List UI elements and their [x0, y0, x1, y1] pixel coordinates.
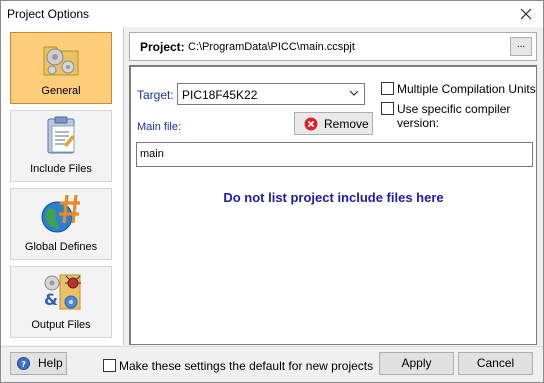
footer: ? Help Make these settings the default f…: [1, 346, 543, 382]
gears-folder-icon: [43, 46, 79, 76]
target-value: PIC18F45K22: [182, 88, 258, 102]
svg-text:&: &: [44, 290, 58, 309]
main-file-input[interactable]: main: [136, 142, 533, 167]
cancel-button[interactable]: Cancel: [458, 352, 533, 375]
sidebar-item-output-files[interactable]: & Output Files: [10, 266, 112, 338]
remove-button[interactable]: Remove: [294, 112, 373, 135]
main-file-value: main: [140, 148, 164, 160]
multiple-units-label: Multiple Compilation Units: [397, 82, 536, 96]
specific-compiler-checkbox[interactable]: [381, 102, 394, 115]
general-panel: Target: PIC18F45K22 Multiple Compilation…: [129, 65, 537, 345]
default-settings-label: Make these settings the default for new …: [119, 359, 374, 373]
title-bar: Project Options: [1, 1, 543, 27]
sidebar-item-label: General: [41, 85, 81, 97]
gears-bug-folder-icon: &: [44, 274, 81, 310]
default-settings-checkbox[interactable]: [103, 359, 116, 372]
sidebar-item-label: Global Defines: [24, 241, 98, 253]
target-label: Target:: [137, 88, 174, 102]
chevron-down-icon: [349, 90, 359, 96]
help-icon: ?: [17, 357, 30, 370]
browse-button[interactable]: ...: [510, 37, 532, 56]
project-path-bar: Project: C:\ProgramData\PICC\main.ccspjt…: [129, 32, 537, 61]
remove-icon: [304, 117, 318, 131]
window-title: Project Options: [7, 7, 90, 21]
specific-compiler-label: Use specific compiler version:: [397, 102, 511, 130]
multiple-units-checkbox[interactable]: [381, 82, 394, 95]
close-button[interactable]: [509, 1, 543, 27]
help-button[interactable]: ? Help: [10, 352, 67, 375]
help-label: Help: [38, 356, 63, 370]
clipboard-document-icon: [47, 116, 75, 154]
close-icon: [520, 8, 532, 20]
remove-label: Remove: [324, 117, 369, 131]
project-path: C:\ProgramData\PICC\main.ccspjt: [188, 41, 355, 53]
sidebar-item-label: Output Files: [31, 319, 91, 331]
sidebar-item-label: Include Files: [30, 163, 92, 175]
svg-text:?: ?: [21, 359, 26, 369]
include-files-notice: Do not list project include files here: [223, 190, 444, 205]
target-select[interactable]: PIC18F45K22: [177, 83, 365, 105]
main-file-label: Main file:: [137, 121, 182, 133]
apply-button[interactable]: Apply: [379, 352, 454, 375]
sidebar-item-general[interactable]: General: [10, 32, 112, 104]
sidebar: General Include Files Global Defines & O…: [1, 27, 123, 345]
sidebar-item-global-defines[interactable]: Global Defines: [10, 188, 112, 260]
globe-hash-icon: [41, 194, 80, 233]
project-label: Project:: [140, 40, 185, 54]
project-options-dialog: Project Options General Include Files Gl…: [0, 0, 544, 383]
sidebar-item-include-files[interactable]: Include Files: [10, 110, 112, 182]
sidebar-divider: [123, 27, 124, 345]
